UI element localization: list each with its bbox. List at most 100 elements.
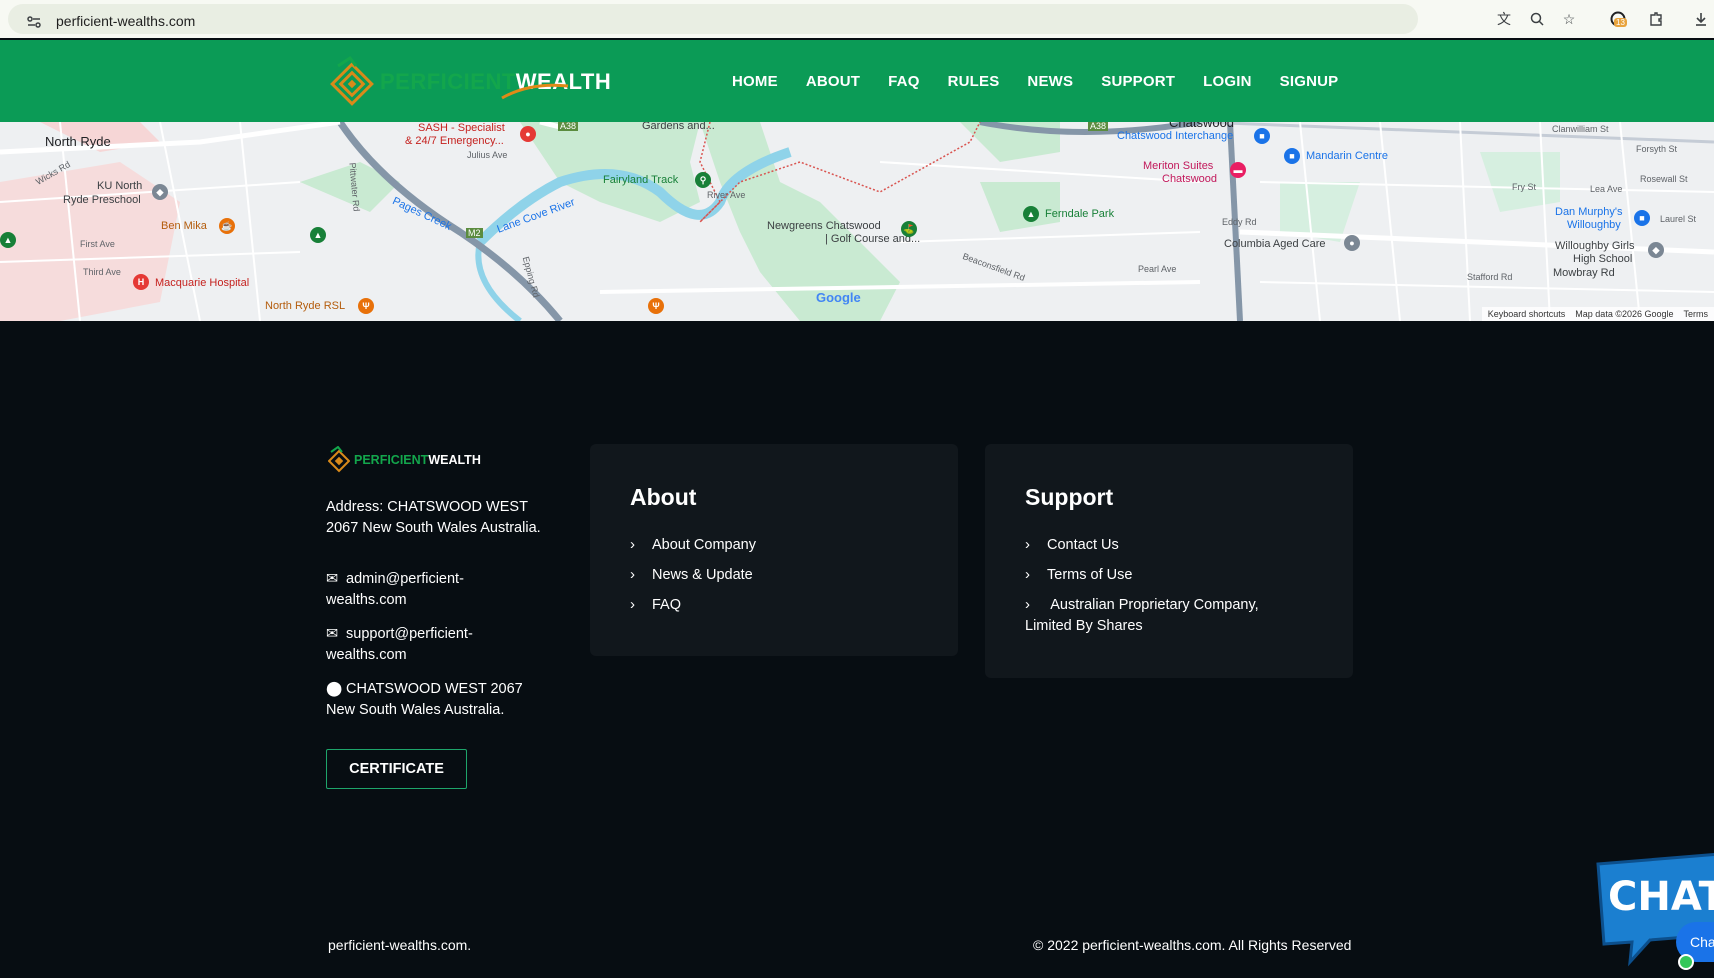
map-label-lea-ave: Lea Ave [1590, 184, 1623, 194]
about-company-link[interactable]: › About Company [630, 534, 756, 556]
certificate-button[interactable]: CERTIFICATE [326, 749, 467, 789]
map-shield-a38: A38 [558, 122, 579, 131]
store-pin-icon[interactable]: ■ [1634, 210, 1650, 226]
footer-logo[interactable]: PERFICIENTWEALTH [328, 446, 481, 474]
map-label-third-ave: Third Ave [83, 267, 121, 277]
email-text[interactable]: wealths.com [326, 590, 464, 611]
map-label-north-ryde: North Ryde [45, 134, 111, 149]
news-update-link[interactable]: › News & Update [630, 564, 756, 586]
map-data-text: Map data ©2026 Google [1575, 309, 1674, 319]
nav-about[interactable]: ABOUT [806, 73, 860, 90]
map-label-first-ave: First Ave [80, 239, 115, 249]
address-bar[interactable]: perficient-wealths.com [8, 4, 1418, 34]
google-logo: Google [816, 290, 861, 305]
address-line: 2067 New South Wales Australia. [326, 520, 541, 536]
map-label-chatswood-interchange: Chatswood Interchange [1117, 130, 1234, 142]
map-marker-icon: ⬤ [326, 681, 343, 697]
online-status-dot [1678, 954, 1694, 970]
about-title: About [630, 484, 697, 510]
keyboard-shortcuts-link[interactable]: Keyboard shortcuts [1488, 309, 1566, 319]
map-label-north-ryde-rsl: North Ryde RSL [265, 300, 346, 312]
map-label-river-ave: River Ave [707, 190, 746, 200]
nav-support[interactable]: SUPPORT [1101, 73, 1175, 90]
map-label-fry-st: Fry St [1512, 182, 1536, 192]
hiking-pin-icon[interactable]: ⚲ [695, 172, 711, 188]
footer-location: ⬤ CHATSWOOD WEST 2067 New South Wales Au… [326, 679, 523, 721]
map-label-pearl-ave: Pearl Ave [1138, 264, 1177, 274]
park-pin-icon[interactable]: ▲ [1023, 206, 1039, 222]
cafe-pin-icon[interactable]: ☕ [219, 218, 235, 234]
translate-icon[interactable]: 文 [1493, 8, 1515, 30]
about-card: About › About Company › News & Update › FAQ [590, 444, 958, 656]
support-links: › Contact Us › Terms of Use › Australian P… [1025, 534, 1259, 645]
extension-badge: 13 [1614, 18, 1627, 27]
nav-signup[interactable]: SIGNUP [1280, 73, 1339, 90]
chevron-right-icon: › [1025, 536, 1030, 553]
footer-domain: perficient-wealths.com. [328, 937, 472, 953]
care-pin-icon[interactable]: ● [1344, 235, 1360, 251]
map-label-mandarin-centre: Mandarin Centre [1306, 150, 1388, 162]
map-label-ferndale-park: Ferndale Park [1045, 208, 1115, 220]
download-icon[interactable] [1690, 8, 1712, 30]
email-text[interactable]: wealths.com [326, 645, 473, 666]
map-label-sash: SASH - Specialist [418, 122, 505, 134]
map-label-eddy-rd: Eddy Rd [1222, 217, 1257, 227]
company-type-link[interactable]: › Australian Proprietary Company, Limited… [1025, 594, 1259, 637]
url-text[interactable]: perficient-wealths.com [56, 13, 195, 29]
chevron-right-icon: › [630, 536, 635, 553]
nav-login[interactable]: LOGIN [1203, 73, 1252, 90]
footer-email-admin[interactable]: ✉ admin@perficient- wealths.com [326, 569, 464, 611]
email-text[interactable]: support@perficient- [346, 626, 473, 642]
logo-swoosh-icon [501, 83, 569, 100]
map-label-ryde-preschool: Ryde Preschool [63, 194, 141, 206]
nav-home[interactable]: HOME [732, 73, 778, 90]
map-label-chatswood: Chatswood [1169, 122, 1235, 130]
food-pin-icon[interactable]: Ψ [648, 298, 664, 314]
google-map[interactable]: North Ryde KU North Ryde Preschool ◆ Ben… [0, 122, 1714, 321]
contact-us-link[interactable]: › Contact Us [1025, 534, 1259, 556]
restaurant-pin-icon[interactable]: Ψ [358, 298, 374, 314]
map-shield-a38: A38 [1088, 122, 1109, 131]
extensions-puzzle-icon[interactable] [1645, 8, 1667, 30]
golf-pin-icon[interactable]: ⛳ [901, 221, 917, 237]
transit-pin-icon[interactable]: ■ [1254, 128, 1270, 144]
logo-diamond-icon [330, 56, 374, 106]
map-label-julius-ave: Julius Ave [467, 150, 508, 160]
logo-diamond-icon [328, 446, 350, 473]
nav-rules[interactable]: RULES [948, 73, 1000, 90]
address-line: Address: CHATSWOOD WEST [326, 499, 528, 515]
map-label-ben-mika: Ben Mika [161, 220, 207, 232]
school-pin-icon[interactable]: ◆ [1648, 242, 1664, 258]
park-pin-icon[interactable]: ▲ [310, 227, 326, 243]
footer-email-support[interactable]: ✉ support@perficient- wealths.com [326, 624, 473, 666]
shopping-pin-icon[interactable]: ■ [1284, 148, 1300, 164]
site-logo[interactable]: PERFICIENTWEALTH [330, 56, 611, 108]
support-title: Support [1025, 484, 1114, 510]
map-label-fairyland-track: Fairyland Track [603, 174, 679, 186]
chat-widget[interactable]: CHAT Cha [1590, 850, 1714, 970]
hospital-pin-icon[interactable]: H [133, 274, 149, 290]
vet-pin-icon[interactable]: ● [520, 126, 536, 142]
zoom-icon[interactable] [1526, 8, 1548, 30]
location-text: CHATSWOOD WEST 2067 [346, 681, 523, 697]
terms-link[interactable]: Terms [1684, 309, 1709, 319]
about-links: › About Company › News & Update › FAQ [630, 534, 756, 624]
map-label-macquarie-hospital: Macquarie Hospital [155, 277, 250, 289]
hotel-pin-icon[interactable]: ▬ [1230, 162, 1246, 178]
park-pin-icon[interactable]: ▲ [0, 232, 16, 248]
bookmark-star-icon[interactable]: ☆ [1558, 8, 1580, 30]
terms-of-use-link[interactable]: › Terms of Use [1025, 564, 1259, 586]
school-pin-icon[interactable]: ◆ [152, 184, 168, 200]
faq-link[interactable]: › FAQ [630, 594, 756, 616]
logo-text-perficient: PERFICIENT [354, 453, 429, 467]
footer-address: Address: CHATSWOOD WEST 2067 New South W… [326, 497, 541, 539]
nav-news[interactable]: NEWS [1027, 73, 1073, 90]
site-settings-icon[interactable] [26, 14, 42, 30]
nav-faq[interactable]: FAQ [888, 73, 919, 90]
email-text[interactable]: admin@perficient- [346, 571, 464, 587]
map-label-newgreens: Newgreens Chatswood [767, 220, 881, 232]
map-shield-m2: M2 [466, 228, 483, 238]
map-label-stafford-rd: Stafford Rd [1467, 272, 1513, 282]
map-label-meriton: Meriton Suites [1143, 160, 1214, 172]
map-label-high-school: High School [1573, 253, 1633, 265]
